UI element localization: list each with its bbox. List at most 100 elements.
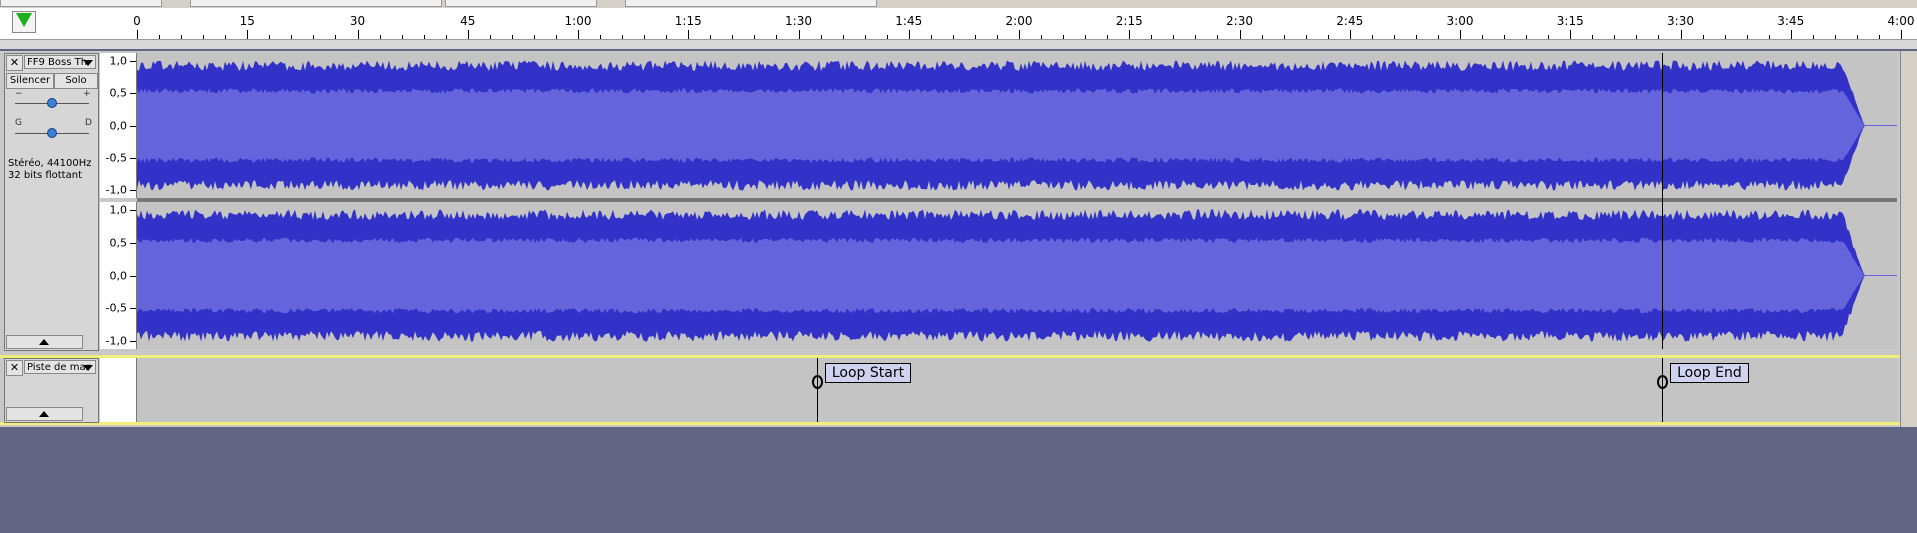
timeline-ruler[interactable]: 0 15 30 45 1:00 1:15 1:30 1:45 2:00 2:15 2:30 2:45 3…	[0, 8, 1917, 49]
gain-minus-label: −	[15, 89, 23, 99]
track-format-info: Stéréo, 44100Hz	[8, 158, 92, 169]
ruler-tick-label: 3:30	[1667, 14, 1694, 28]
ruler-major-tick	[467, 30, 469, 39]
ruler-major-tick	[688, 30, 690, 39]
amplitude-scale-left: 1,0 0,5 0,0 -0,5 -1,0	[100, 53, 137, 198]
toolbar-segment	[445, 0, 597, 7]
ruler-tick-label: 30	[349, 14, 366, 28]
ruler-major-tick	[1460, 30, 1461, 39]
amplitude-tick	[130, 93, 136, 95]
ruler-tick-label: 1:00	[564, 14, 592, 28]
ruler-major-tick	[1570, 30, 1572, 39]
close-label-track-icon[interactable]: ✕	[6, 360, 23, 376]
ruler-tick-label: 15	[239, 14, 255, 28]
amplitude-tick	[130, 61, 136, 62]
track-bitdepth-info: 32 bits flottant	[8, 170, 82, 181]
ruler-major-tick	[1790, 30, 1792, 39]
collapse-label-track-button[interactable]	[6, 407, 83, 421]
ruler-tick-label: 3:00	[1446, 14, 1474, 28]
amplitude-tick	[130, 210, 136, 211]
label-handle-icon[interactable]	[811, 375, 823, 389]
label-track-name-menu[interactable]: Piste de mar	[24, 360, 96, 374]
dropdown-arrow-icon	[83, 60, 93, 66]
label-area[interactable]: Loop Start Loop End	[137, 358, 1897, 422]
ruler-tick-label: 2:45	[1336, 14, 1364, 28]
solo-button[interactable]: Solo	[54, 73, 98, 89]
gain-slider-knob[interactable]	[47, 98, 57, 108]
ruler-major-tick	[1239, 30, 1241, 39]
ruler-tick-label: 2:15	[1115, 14, 1143, 28]
waveform-left-channel[interactable]	[137, 53, 1897, 198]
ruler-major-tick	[1680, 30, 1682, 39]
amplitude-label: -1,0	[105, 183, 127, 197]
waveform-svg	[137, 60, 1897, 191]
label-text-box[interactable]: Loop Start	[824, 363, 912, 383]
collapse-up-icon	[39, 339, 49, 345]
toolbar-segment	[625, 0, 877, 7]
ruler-tick-label: 1:30	[785, 14, 812, 28]
ruler-tick-label: 2:00	[1005, 14, 1033, 28]
amplitude-label: 1,0	[109, 54, 128, 68]
ruler-tick-label: 0	[133, 14, 141, 28]
ruler-tick-label: 3:15	[1556, 14, 1584, 28]
pan-left-label: G	[15, 118, 22, 128]
ruler-major-tick	[908, 30, 910, 39]
pan-slider-knob[interactable]	[47, 128, 57, 138]
audio-track-control-panel: ✕ FF9 Boss Th Silencer Solo − + G D Stér…	[4, 53, 99, 351]
amplitude-tick	[130, 125, 136, 127]
waveform-svg	[137, 209, 1897, 342]
amplitude-label: 0,0	[109, 269, 128, 282]
label-track-blank-scale	[100, 358, 137, 422]
ruler-tick-label: 2:30	[1226, 14, 1253, 28]
ruler-tick-label: 45	[460, 14, 476, 28]
ruler-major-tick	[1129, 30, 1131, 39]
amplitude-tick	[130, 308, 136, 310]
amplitude-tick	[130, 242, 136, 244]
amplitude-tick	[130, 190, 136, 191]
amplitude-label: -1,0	[105, 334, 127, 348]
amplitude-label: 0,5	[109, 86, 128, 100]
pan-right-label: D	[85, 118, 92, 128]
dropdown-arrow-icon	[83, 365, 93, 371]
label-marker-line	[1662, 358, 1664, 422]
amplitude-label: 0,5	[109, 236, 128, 250]
amplitude-tick	[130, 341, 136, 342]
amplitude-label: -0,5	[105, 151, 127, 165]
loop-end-marker-line	[1662, 53, 1664, 349]
ruler-tick-label: 1:15	[674, 14, 702, 28]
waveform-right-channel[interactable]	[137, 202, 1897, 349]
amplitude-label: 0,0	[109, 119, 128, 132]
label-marker-line	[816, 358, 818, 422]
empty-project-area[interactable]	[0, 427, 1917, 533]
amplitude-tick	[130, 157, 136, 159]
ruler-tick-label: 3:45	[1777, 14, 1805, 28]
collapse-up-icon	[39, 411, 49, 417]
ruler-major-tick	[137, 30, 138, 39]
ruler-major-tick	[1019, 30, 1020, 39]
collapse-track-button[interactable]	[6, 335, 83, 349]
track-name-label: FF9 Boss Th	[27, 57, 88, 68]
close-track-icon[interactable]: ✕	[6, 55, 23, 71]
toolbar-segment	[190, 0, 442, 7]
amplitude-tick	[130, 275, 136, 277]
ruler-tick-label: 4:00	[1887, 14, 1915, 28]
ruler-major-tick	[1901, 30, 1902, 39]
toolbar-segment	[0, 0, 162, 7]
ruler-major-tick	[1349, 30, 1351, 39]
gain-plus-label: +	[83, 89, 91, 99]
label-track-name: Piste de mar	[27, 362, 90, 373]
ruler-major-tick	[798, 30, 800, 39]
label-track-control-panel: ✕ Piste de mar	[4, 358, 99, 423]
label-text-box[interactable]: Loop End	[1670, 363, 1749, 383]
amplitude-label: 1,0	[109, 203, 128, 217]
amplitude-label: -0,5	[105, 301, 127, 315]
ruler-major-tick	[578, 30, 579, 39]
ruler-scrub-bar[interactable]	[0, 39, 1917, 49]
label-track: ✕ Piste de mar Loop Start Loop End	[0, 355, 1900, 425]
ruler-major-tick	[247, 30, 249, 39]
vertical-scrollbar[interactable]	[1900, 51, 1917, 427]
mute-button[interactable]: Silencer	[6, 73, 54, 89]
label-handle-icon[interactable]	[1657, 375, 1669, 389]
track-name-menu[interactable]: FF9 Boss Th	[24, 55, 96, 69]
ruler-major-tick	[357, 30, 359, 39]
